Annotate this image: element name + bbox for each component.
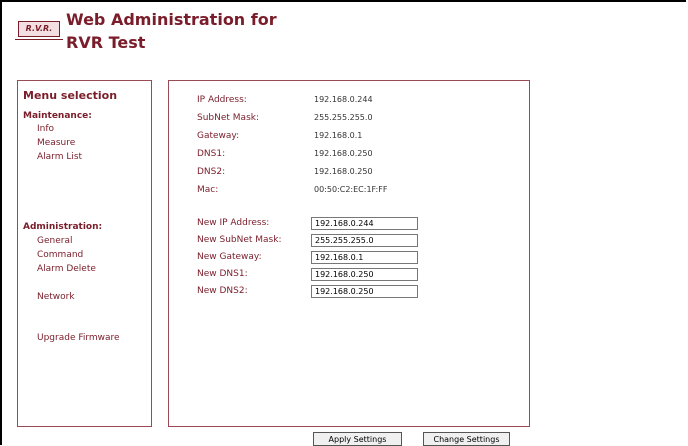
new-gateway-label: New Gateway: — [197, 252, 262, 262]
mac-label: Mac: — [197, 185, 219, 195]
menu-item-alarm-list[interactable]: Alarm List — [37, 152, 82, 162]
gateway-value: 192.168.0.1 — [314, 131, 363, 140]
page-title: Web Administration for — [66, 10, 277, 29]
menu-item-network[interactable]: Network — [37, 292, 75, 302]
change-settings-button[interactable]: Change Settings — [423, 432, 510, 446]
new-ip-address-input[interactable] — [311, 217, 418, 230]
gateway-label: Gateway: — [197, 131, 240, 141]
menu-item-measure[interactable]: Measure — [37, 138, 75, 148]
menu-item-upgrade-firmware[interactable]: Upgrade Firmware — [37, 333, 120, 343]
menu-item-info[interactable]: Info — [37, 124, 54, 134]
new-dns1-label: New DNS1: — [197, 269, 248, 279]
rvr-logo: R.V.R. — [15, 21, 63, 40]
ip-address-value: 192.168.0.244 — [314, 95, 373, 104]
new-dns2-input[interactable] — [311, 285, 418, 298]
subnet-mask-label: SubNet Mask: — [197, 113, 260, 123]
new-ip-address-label: New IP Address: — [197, 218, 270, 228]
administration-heading: Administration: — [23, 222, 103, 232]
menu-item-general[interactable]: General — [37, 236, 72, 246]
ip-address-label: IP Address: — [197, 95, 247, 105]
new-subnet-mask-input[interactable] — [311, 234, 418, 247]
menu-item-command[interactable]: Command — [37, 250, 83, 260]
page-subtitle: RVR Test — [66, 33, 146, 52]
maintenance-heading: Maintenance: — [23, 111, 92, 121]
apply-settings-button[interactable]: Apply Settings — [313, 432, 402, 446]
menu-item-alarm-delete[interactable]: Alarm Delete — [37, 264, 96, 274]
menu-title: Menu selection — [23, 89, 118, 102]
new-gateway-input[interactable] — [311, 251, 418, 264]
dns1-label: DNS1: — [197, 149, 226, 159]
dns2-value: 192.168.0.250 — [314, 167, 373, 176]
new-subnet-mask-label: New SubNet Mask: — [197, 235, 282, 245]
dns2-label: DNS2: — [197, 167, 226, 177]
dns1-value: 192.168.0.250 — [314, 149, 373, 158]
new-dns1-input[interactable] — [311, 268, 418, 281]
new-dns2-label: New DNS2: — [197, 286, 248, 296]
mac-value: 00:50:C2:EC:1F:FF — [314, 185, 388, 194]
subnet-mask-value: 255.255.255.0 — [314, 113, 373, 122]
